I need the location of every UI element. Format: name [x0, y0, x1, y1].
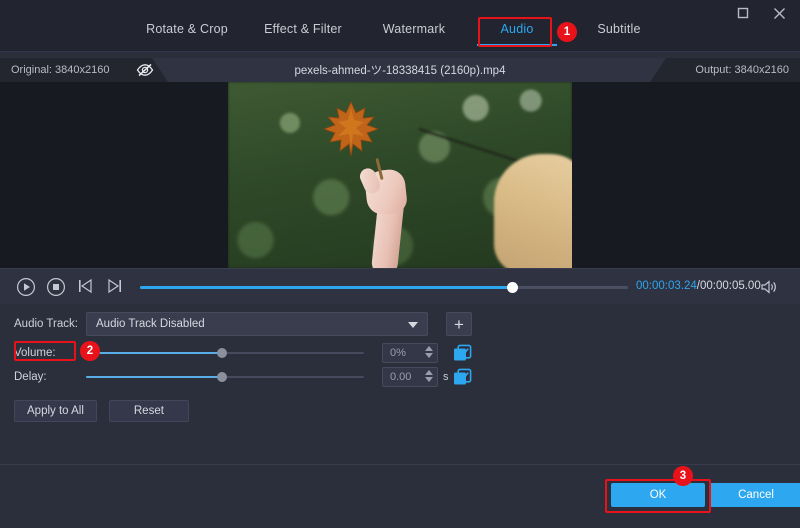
audio-track-label: Audio Track:: [0, 318, 86, 330]
seek-thumb[interactable]: [507, 282, 518, 293]
reset-label: Reset: [134, 405, 164, 417]
tab-divider: [0, 51, 800, 52]
delay-slider-fill: [86, 376, 222, 378]
tab-effect-filter[interactable]: Effect & Filter: [247, 16, 359, 46]
plus-icon: +: [454, 316, 464, 333]
volume-stepper[interactable]: 0%: [382, 343, 438, 363]
add-audio-track-button[interactable]: +: [446, 312, 472, 336]
stepper-down-icon[interactable]: [425, 377, 433, 382]
tab-rotate-crop[interactable]: Rotate & Crop: [127, 16, 247, 46]
stepper-up-icon[interactable]: [425, 346, 433, 351]
reset-button[interactable]: Reset: [109, 400, 189, 422]
eye-hidden-icon[interactable]: [136, 62, 154, 78]
speaker-icon[interactable]: [760, 279, 778, 295]
delay-slider-thumb[interactable]: [217, 372, 227, 382]
next-frame-icon[interactable]: [106, 277, 126, 297]
tab-label: Audio: [501, 22, 534, 36]
editor-tabs: Rotate & Crop Effect & Filter Watermark …: [0, 16, 800, 52]
seek-slider[interactable]: [140, 286, 628, 289]
volume-slider-fill: [86, 352, 222, 354]
stepper-arrows[interactable]: [425, 346, 433, 358]
stop-icon[interactable]: [46, 277, 66, 297]
seek-progress-fill: [140, 286, 514, 289]
audio-settings-panel: Audio Track: Audio Track Disabled + Volu…: [0, 304, 800, 464]
annotation-badge-2: 2: [80, 341, 100, 361]
ok-button[interactable]: OK: [611, 483, 705, 507]
time-display: 00:00:03.24/00:00:05.00: [636, 280, 761, 292]
audio-track-value: Audio Track Disabled: [96, 318, 205, 330]
blonde-hair: [494, 154, 572, 268]
delay-slider[interactable]: [86, 367, 364, 387]
tab-label: Subtitle: [597, 22, 640, 36]
tab-label: Rotate & Crop: [146, 22, 228, 36]
video-frame[interactable]: [228, 82, 572, 268]
panel-action-buttons: Apply to All Reset: [14, 400, 189, 422]
current-time: 00:00:03.24: [636, 280, 697, 292]
apply-to-all-label: Apply to All: [27, 405, 84, 417]
volume-slider-thumb[interactable]: [217, 348, 227, 358]
audio-track-select[interactable]: Audio Track Disabled: [86, 312, 428, 336]
volume-value: 0%: [390, 347, 406, 359]
cancel-button[interactable]: Cancel: [709, 483, 800, 507]
output-resolution-label: Output: 3840x2160: [695, 64, 789, 76]
delay-unit-label: s: [443, 371, 449, 383]
delay-row: Delay: 0.00 s: [0, 366, 472, 388]
chevron-down-icon[interactable]: [408, 322, 418, 328]
annotation-badge-1: 1: [557, 22, 577, 42]
delay-label: Delay:: [0, 371, 86, 383]
original-resolution-label: Original: 3840x2160: [11, 64, 109, 76]
stepper-up-icon[interactable]: [425, 370, 433, 375]
delay-stepper[interactable]: 0.00: [382, 367, 438, 387]
audio-track-row: Audio Track: Audio Track Disabled +: [0, 312, 472, 336]
media-info-bar: pexels-ahmed-ツ-18338415 (2160p).mp4 Orig…: [0, 58, 800, 82]
tab-audio[interactable]: Audio: [469, 16, 565, 46]
cancel-label: Cancel: [738, 489, 774, 501]
total-time: 00:00:05.00: [700, 280, 761, 292]
player-control-bar: 00:00:03.24/00:00:05.00: [0, 268, 800, 304]
delay-apply-to-all-icon[interactable]: [453, 368, 472, 387]
volume-label: Volume:: [0, 347, 86, 359]
volume-slider[interactable]: [86, 343, 364, 363]
previous-frame-icon[interactable]: [76, 277, 96, 297]
annotation-badge-3: 3: [673, 466, 693, 486]
apply-to-all-button[interactable]: Apply to All: [14, 400, 97, 422]
title-bar: Rotate & Crop Effect & Filter Watermark …: [0, 0, 800, 52]
transport-controls: [16, 277, 126, 297]
stepper-arrows[interactable]: [425, 370, 433, 382]
maple-leaf: [320, 100, 382, 158]
tab-label: Effect & Filter: [264, 22, 342, 36]
tab-subtitle[interactable]: Subtitle: [565, 16, 673, 46]
tab-watermark[interactable]: Watermark: [359, 16, 469, 46]
video-preview-area: [0, 82, 800, 268]
ok-label: OK: [650, 489, 667, 501]
output-resolution-chip: Output: 3840x2160: [650, 58, 800, 82]
stepper-down-icon[interactable]: [425, 353, 433, 358]
video-editor-window: Rotate & Crop Effect & Filter Watermark …: [0, 0, 800, 528]
play-icon[interactable]: [16, 277, 36, 297]
delay-value: 0.00: [390, 371, 411, 383]
volume-apply-to-all-icon[interactable]: [453, 344, 472, 363]
volume-row: Volume: 0% s: [0, 342, 472, 364]
tab-label: Watermark: [383, 22, 445, 36]
